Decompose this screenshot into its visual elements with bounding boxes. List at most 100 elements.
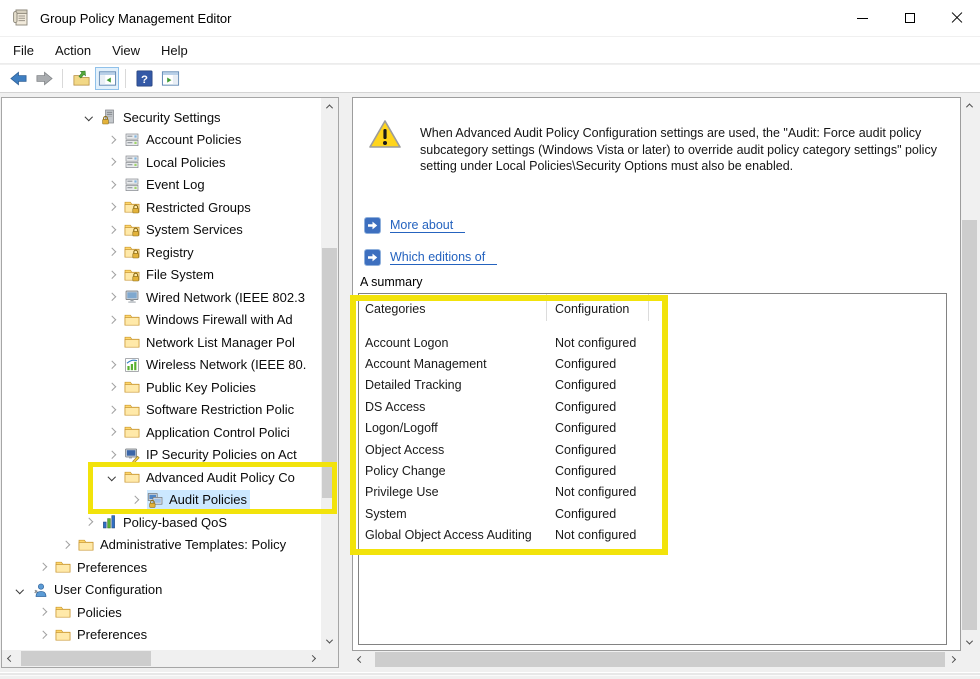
which-editions-link[interactable]: Which editions of: [390, 250, 498, 265]
vertical-scrollbar-thumb[interactable]: [962, 220, 977, 630]
table-row-policy-change[interactable]: Policy Change Configured: [359, 460, 946, 481]
tree-item-advanced-audit-policy-co[interactable]: Advanced Audit Policy Co: [2, 466, 321, 488]
tree-item-event-log[interactable]: Event Log: [2, 174, 321, 196]
close-button[interactable]: [933, 0, 980, 36]
expand-chevron-icon[interactable]: [36, 605, 50, 619]
tree-item-software-restriction-polic[interactable]: Software Restriction Polic: [2, 399, 321, 421]
expand-chevron-icon[interactable]: [36, 560, 50, 574]
tree-item-account-policies[interactable]: Account Policies: [2, 129, 321, 151]
table-row-system[interactable]: System Configured: [359, 503, 946, 524]
scroll-up-arrow-icon[interactable]: [961, 97, 978, 114]
expand-chevron-icon[interactable]: [105, 245, 119, 259]
help-button[interactable]: ?: [132, 67, 156, 90]
tree-item-windows-firewall-with-ad[interactable]: Windows Firewall with Ad: [2, 309, 321, 331]
expand-chevron-icon[interactable]: [105, 380, 119, 394]
collapse-chevron-icon[interactable]: [82, 110, 96, 124]
tree-item-preferences[interactable]: Preferences: [2, 556, 321, 578]
tree-item-security-settings[interactable]: Security Settings: [2, 106, 321, 128]
tree-item-network-list-manager-pol[interactable]: Network List Manager Pol: [2, 331, 321, 353]
table-row-object-access[interactable]: Object Access Configured: [359, 439, 946, 460]
forward-button[interactable]: [32, 67, 56, 90]
expand-chevron-icon[interactable]: [105, 268, 119, 282]
details-pane-container: When Advanced Audit Policy Configuration…: [352, 97, 978, 668]
extended-view-button[interactable]: [158, 67, 182, 90]
category-cell: Logon/Logoff: [365, 421, 438, 436]
tree-item-restricted-groups[interactable]: Restricted Groups: [2, 196, 321, 218]
minimize-button[interactable]: [839, 0, 886, 36]
expand-chevron-icon[interactable]: [82, 515, 96, 529]
tree-item-audit-policies[interactable]: Audit Policies: [2, 489, 321, 511]
scroll-down-arrow-icon[interactable]: [961, 634, 978, 651]
menu-action[interactable]: Action: [45, 39, 101, 62]
back-button[interactable]: [6, 67, 30, 90]
scroll-right-arrow-icon[interactable]: [304, 650, 321, 667]
table-row-account-management[interactable]: Account Management Configured: [359, 353, 946, 374]
gpme-window: Group Policy Management Editor File Actio…: [0, 0, 980, 679]
scroll-up-arrow-icon[interactable]: [321, 98, 338, 115]
menu-view[interactable]: View: [102, 39, 150, 62]
table-row-account-logon[interactable]: Account Logon Not configured: [359, 332, 946, 353]
scroll-right-arrow-icon[interactable]: [944, 651, 961, 668]
horizontal-scrollbar-thumb[interactable]: [375, 652, 945, 667]
table-row-global-object-access-auditing[interactable]: Global Object Access Auditing Not configu…: [359, 525, 946, 546]
configuration-cell: Configured: [555, 378, 617, 393]
tree-item-preferences[interactable]: Preferences: [2, 624, 321, 646]
console-tree-button[interactable]: [95, 67, 119, 90]
tree-item-user-configuration[interactable]: User Configuration: [2, 579, 321, 601]
table-row-ds-access[interactable]: DS Access Configured: [359, 396, 946, 417]
expand-chevron-icon[interactable]: [36, 628, 50, 642]
tree-item-wireless-network-ieee-80[interactable]: Wireless Network (IEEE 80.: [2, 354, 321, 376]
collapse-chevron-icon[interactable]: [13, 583, 27, 597]
tree-item-wired-network-ieee-802-3[interactable]: Wired Network (IEEE 802.3: [2, 286, 321, 308]
column-header-categories[interactable]: Categories: [359, 294, 547, 321]
table-row-privilege-use[interactable]: Privilege Use Not configured: [359, 482, 946, 503]
expand-chevron-icon[interactable]: [105, 290, 119, 304]
tree-item-label: IP Security Policies on Act: [146, 447, 297, 462]
tree-item-system-services[interactable]: System Services: [2, 219, 321, 241]
tree-item-local-policies[interactable]: Local Policies: [2, 151, 321, 173]
configuration-cell: Not configured: [555, 528, 637, 543]
audit-policies-icon: [147, 492, 164, 508]
horizontal-scrollbar-thumb[interactable]: [21, 651, 151, 666]
scrollbar-corner: [961, 651, 978, 668]
tree-item-public-key-policies[interactable]: Public Key Policies: [2, 376, 321, 398]
tree-item-policy-based-qos[interactable]: Policy-based QoS: [2, 511, 321, 533]
expand-chevron-icon[interactable]: [59, 538, 73, 552]
tree-horizontal-scrollbar[interactable]: [2, 650, 321, 667]
tree-item-administrative-templates-policy[interactable]: Administrative Templates: Policy: [2, 534, 321, 556]
tree-item-application-control-polici[interactable]: Application Control Polici: [2, 421, 321, 443]
details-vertical-scrollbar[interactable]: [961, 97, 978, 651]
expand-chevron-icon[interactable]: [105, 425, 119, 439]
table-row-detailed-tracking[interactable]: Detailed Tracking Configured: [359, 375, 946, 396]
scroll-left-arrow-icon[interactable]: [2, 650, 19, 667]
tree-item-ip-security-policies-on-act[interactable]: IP Security Policies on Act: [2, 444, 321, 466]
details-horizontal-scrollbar[interactable]: [352, 651, 961, 668]
tree-item-registry[interactable]: Registry: [2, 241, 321, 263]
collapse-chevron-icon[interactable]: [105, 470, 119, 484]
expand-chevron-icon[interactable]: [105, 403, 119, 417]
tree-item-policies[interactable]: Policies: [2, 601, 321, 623]
expand-chevron-icon[interactable]: [105, 448, 119, 462]
expand-chevron-icon[interactable]: [105, 133, 119, 147]
vertical-scrollbar-thumb[interactable]: [322, 248, 337, 498]
scroll-left-arrow-icon[interactable]: [352, 651, 369, 668]
expand-chevron-icon[interactable]: [105, 358, 119, 372]
expand-chevron-icon[interactable]: [128, 493, 142, 507]
more-about-link[interactable]: More about: [390, 218, 466, 233]
scroll-down-arrow-icon[interactable]: [321, 633, 338, 650]
expand-chevron-icon[interactable]: [105, 178, 119, 192]
menu-help[interactable]: Help: [151, 39, 198, 62]
policy-group-icon: [124, 177, 141, 193]
column-header-configuration[interactable]: Configuration: [547, 294, 649, 321]
maximize-button[interactable]: [886, 0, 933, 36]
expand-chevron-icon[interactable]: [105, 313, 119, 327]
tree-item-file-system[interactable]: File System: [2, 264, 321, 286]
expand-chevron-icon[interactable]: [105, 223, 119, 237]
expand-chevron-icon[interactable]: [105, 200, 119, 214]
tree-vertical-scrollbar[interactable]: [321, 98, 338, 650]
export-list-button[interactable]: [69, 67, 93, 90]
back-icon: [9, 69, 28, 88]
menu-file[interactable]: File: [3, 39, 44, 62]
expand-chevron-icon[interactable]: [105, 155, 119, 169]
table-row-logon-logoff[interactable]: Logon/Logoff Configured: [359, 418, 946, 439]
